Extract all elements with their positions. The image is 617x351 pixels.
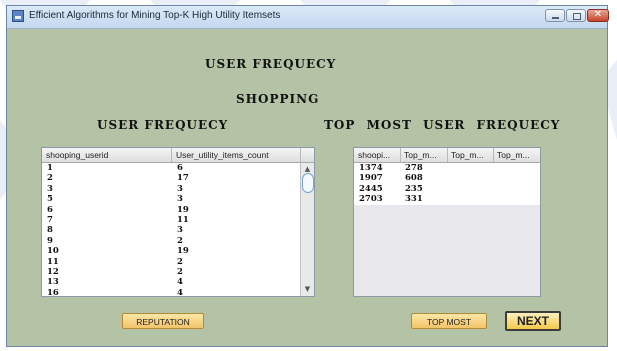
table-cell: 278 <box>405 163 423 173</box>
table-cell: 3 <box>177 183 183 194</box>
table-cell: 9 <box>47 235 53 246</box>
java-app-icon <box>12 10 24 22</box>
table-row[interactable]: 1374 278 <box>354 163 540 174</box>
title-bar: Efficient Algorithms for Mining Top-K Hi… <box>7 6 609 29</box>
table-row[interactable]: 2703 331 <box>354 194 540 205</box>
table-empty-area <box>354 205 540 296</box>
table-row[interactable]: 6 19 <box>42 205 314 216</box>
close-button[interactable]: ✕ <box>587 9 609 22</box>
table-cell: 3 <box>177 194 183 205</box>
maximize-button[interactable] <box>566 9 586 22</box>
top-most-button[interactable]: TOP MOST <box>411 313 487 329</box>
table-cell: 5 <box>47 194 53 205</box>
app-window: Efficient Algorithms for Mining Top-K Hi… <box>6 5 609 347</box>
table-cell: 6 <box>47 204 53 215</box>
table-cell: 7 <box>47 215 53 225</box>
table-cell: 2 <box>177 235 183 246</box>
left-heading: USER FREQUECY <box>97 118 229 132</box>
column-header[interactable]: Top_m... <box>404 150 437 160</box>
reputation-button[interactable]: REPUTATION <box>122 313 204 329</box>
table-cell: 4 <box>177 277 183 288</box>
table-row[interactable]: 1907 608 <box>354 173 540 184</box>
table-row[interactable]: 7 11 <box>42 215 314 226</box>
table-cell: 2 <box>177 267 183 277</box>
table-cell: 3 <box>47 183 53 194</box>
right-heading: TOP MOST USER FREQUECY <box>324 118 561 132</box>
column-header[interactable]: Top_m... <box>497 150 530 160</box>
table-row[interactable]: 2445 235 <box>354 184 540 195</box>
top-most-table[interactable]: shoopi... Top_m... Top_m... Top_m... 137… <box>353 147 541 297</box>
column-header[interactable]: shooping_userid <box>46 150 108 160</box>
scroll-down-icon[interactable]: ▼ <box>302 284 313 294</box>
table-cell: 16 <box>47 287 59 297</box>
table-header: shoopi... Top_m... Top_m... Top_m... <box>354 148 540 163</box>
table-cell: 11 <box>47 256 59 267</box>
scroll-thumb[interactable] <box>302 173 314 193</box>
table-header: shooping_userid User_utility_items_count <box>42 148 314 163</box>
table-cell: 19 <box>177 246 189 257</box>
table-row[interactable]: 13 4 <box>42 277 314 288</box>
table-cell: 4 <box>177 287 183 297</box>
vertical-scrollbar[interactable]: ▲ ▼ <box>300 163 314 296</box>
column-header[interactable]: User_utility_items_count <box>176 150 269 160</box>
table-cell: 2703 <box>359 194 383 205</box>
table-row[interactable]: 83 <box>42 225 314 236</box>
column-header[interactable]: Top_m... <box>451 150 484 160</box>
table-cell: 19 <box>177 204 189 215</box>
table-cell: 10 <box>47 246 59 257</box>
table-row[interactable]: 16 4 <box>42 287 314 297</box>
window-title: Efficient Algorithms for Mining Top-K Hi… <box>29 10 281 21</box>
table-cell: 2 <box>177 256 183 267</box>
table-cell: 12 <box>47 267 59 277</box>
table-cell: 2445 <box>359 183 383 194</box>
maximize-icon <box>573 13 581 20</box>
minimize-icon <box>552 17 559 19</box>
table-cell: 1374 <box>359 163 383 173</box>
table-row[interactable]: 12 2 <box>42 267 314 278</box>
table-row[interactable]: 92 <box>42 236 314 247</box>
table-cell: 1907 <box>359 173 383 184</box>
table-cell: 1 <box>47 163 53 173</box>
table-row[interactable]: 10 19 <box>42 246 314 257</box>
table-cell: 235 <box>405 183 423 194</box>
table-row[interactable]: 16 <box>42 163 314 174</box>
table-cell: 13 <box>47 277 59 288</box>
table-cell: 11 <box>177 215 189 225</box>
table-row[interactable]: 53 <box>42 194 314 205</box>
close-icon: ✕ <box>593 9 603 20</box>
table-cell: 6 <box>177 163 183 173</box>
table-cell: 331 <box>405 194 423 205</box>
next-button[interactable]: NEXT <box>505 311 561 331</box>
table-row[interactable]: 11 2 <box>42 257 314 268</box>
table-cell: 2 <box>47 173 53 184</box>
user-frequency-table[interactable]: shooping_userid User_utility_items_count… <box>41 147 315 297</box>
table-cell: 608 <box>405 173 423 184</box>
shopping-heading: SHOPPING <box>236 92 320 106</box>
table-row[interactable]: 2 17 <box>42 173 314 184</box>
column-header[interactable]: shoopi... <box>358 150 390 160</box>
table-row[interactable]: 33 <box>42 184 314 195</box>
table-cell: 17 <box>177 173 189 184</box>
table-cell: 3 <box>177 225 183 236</box>
minimize-button[interactable] <box>545 9 565 22</box>
table-cell: 8 <box>47 225 53 236</box>
main-heading: USER FREQUECY <box>205 57 337 71</box>
